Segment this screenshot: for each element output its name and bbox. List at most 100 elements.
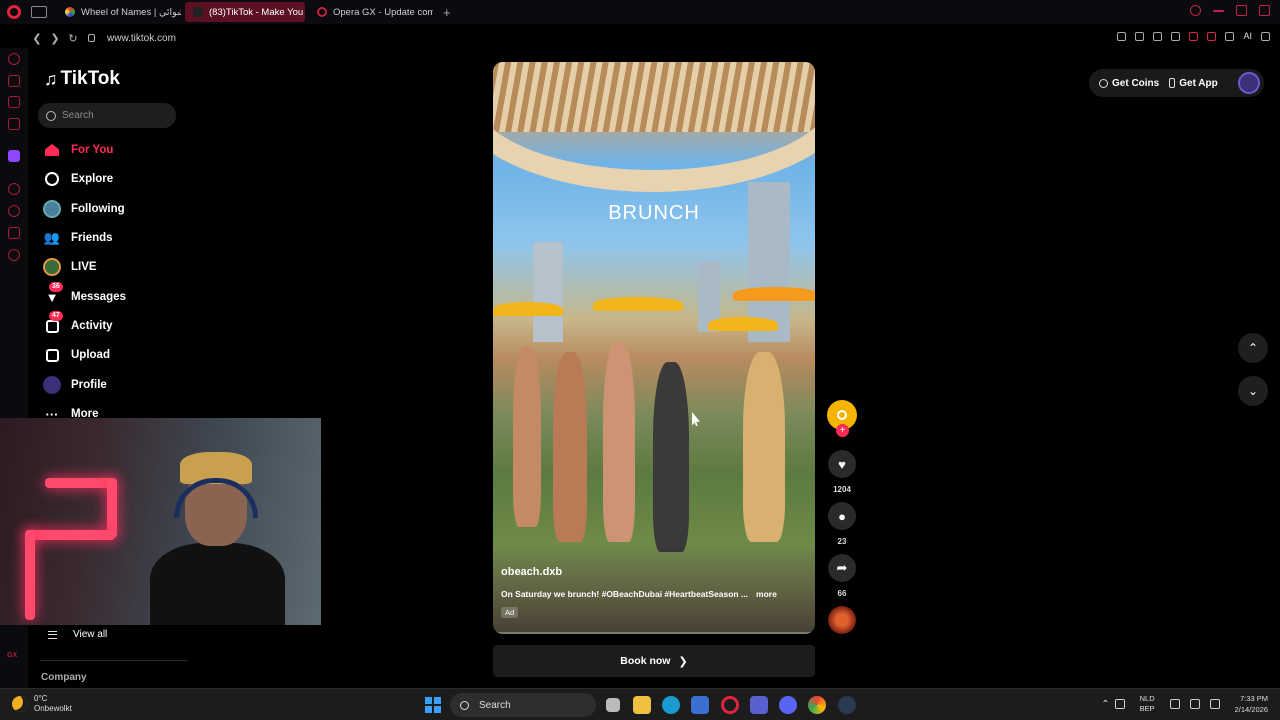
tiktok-logo[interactable]: ♫ TikTok (44, 68, 120, 90)
heart-icon[interactable] (1189, 31, 1199, 41)
shop-icon[interactable] (8, 75, 20, 87)
video-progress-bar[interactable] (493, 632, 815, 634)
nav-profile[interactable]: Profile (43, 374, 107, 396)
nav-upload[interactable]: Upload (43, 344, 110, 366)
menu-icon[interactable] (1261, 31, 1270, 41)
video-overlay-text: BRUNCH (608, 202, 700, 224)
previous-video-button[interactable]: ⌃ (1238, 333, 1268, 363)
lang-top: NLD (1139, 694, 1155, 703)
new-tab-button[interactable]: + (443, 5, 451, 20)
weather-widget[interactable]: 0°C Onbewolkt (12, 694, 72, 714)
follow-plus-button[interactable]: + (836, 424, 849, 437)
nav-for-you[interactable]: For You (43, 139, 113, 161)
gx-control-icon[interactable] (8, 53, 20, 65)
reload-button[interactable]: ↻ (64, 32, 82, 45)
microphone-icon[interactable] (1114, 699, 1125, 709)
wheel-favicon-icon (65, 7, 75, 17)
nav-explore[interactable]: Explore (43, 168, 113, 190)
tab-islands-icon[interactable] (31, 6, 47, 18)
company-heading[interactable]: Company (41, 672, 87, 683)
discord-icon[interactable] (779, 696, 797, 714)
comment-button[interactable]: ● (828, 502, 856, 530)
settings-icon[interactable] (8, 249, 20, 261)
share-button[interactable]: ➦ (828, 554, 856, 582)
url-field[interactable]: www.tiktok.com (107, 33, 176, 44)
opera-icon[interactable] (721, 696, 739, 714)
windows-start-icon[interactable] (425, 697, 441, 713)
volume-icon[interactable] (1189, 699, 1200, 709)
gx-logo-icon: GX (7, 652, 18, 659)
nav-live[interactable]: LIVE (43, 256, 97, 278)
bookmark-icon[interactable] (1117, 31, 1127, 41)
shield-icon[interactable] (1153, 31, 1163, 41)
tab-wheel-of-names[interactable]: Wheel of Names | العشوائي (57, 2, 181, 22)
live-icon (43, 258, 61, 276)
nav-friends[interactable]: 👥 Friends (43, 227, 113, 249)
moon-icon (12, 696, 28, 712)
divider (40, 660, 188, 661)
lock-icon (88, 34, 95, 42)
caption-more-button[interactable]: more (756, 589, 777, 599)
clock[interactable]: 7:33 PM 2/14/2026 (1235, 693, 1268, 715)
ai-button[interactable]: AI (1243, 31, 1252, 41)
app-icon[interactable] (750, 696, 768, 714)
tab-search-icon[interactable] (1190, 5, 1201, 16)
user-avatar[interactable] (1237, 72, 1260, 94)
snapshot-icon[interactable] (1135, 31, 1145, 41)
umbrella (708, 317, 778, 331)
view-all-link[interactable]: View all (48, 629, 107, 640)
wallet-icon[interactable] (1207, 31, 1217, 41)
nav-following[interactable]: Following (43, 198, 125, 220)
download-icon[interactable] (1225, 31, 1235, 41)
store-icon[interactable] (691, 696, 709, 714)
tiktok-favicon-icon (193, 7, 203, 17)
close-icon[interactable] (1259, 5, 1270, 16)
search-input[interactable]: Search (38, 103, 176, 128)
player-icon[interactable] (8, 183, 20, 195)
book-now-button[interactable]: Book now ❯ (493, 645, 815, 677)
network-icon[interactable] (1169, 699, 1180, 709)
nav-activity[interactable]: 47 Activity (43, 311, 113, 337)
tiktok-wordmark: TikTok (60, 68, 120, 89)
nav-messages[interactable]: ▼ 36 Messages (43, 282, 126, 308)
video-player[interactable]: BRUNCH obeach.dxb On Saturday we brunch!… (493, 62, 815, 634)
news-icon[interactable] (8, 96, 20, 108)
mail-icon[interactable] (8, 118, 20, 130)
music-disc-icon[interactable] (828, 606, 856, 634)
file-explorer-icon[interactable] (633, 696, 651, 714)
player-icon[interactable] (1171, 31, 1181, 41)
language-indicator[interactable]: NLD BEP (1140, 694, 1155, 714)
back-button[interactable]: ❮ (28, 32, 46, 45)
tab-tiktok[interactable]: (83)TikTok - Make You (185, 2, 305, 22)
steam-icon[interactable] (838, 696, 856, 714)
compass-icon (43, 170, 61, 188)
pinboard-icon[interactable] (8, 227, 20, 239)
twitch-icon[interactable] (8, 150, 20, 162)
battery-icon[interactable] (1209, 699, 1220, 709)
like-button[interactable]: ♥ (828, 450, 856, 478)
chevron-up-icon[interactable]: ⌃ (1101, 699, 1109, 710)
tab-opera-gx[interactable]: Opera GX - Update compl (309, 2, 433, 22)
next-video-button[interactable]: ⌄ (1238, 376, 1268, 406)
opera-logo-icon[interactable] (7, 5, 21, 19)
search-icon (460, 700, 469, 710)
skyscraper (533, 242, 563, 342)
taskbar-search[interactable]: Search (450, 693, 596, 717)
maximize-icon[interactable] (1236, 5, 1247, 16)
get-coins-button[interactable]: Get Coins (1099, 78, 1159, 89)
nav-label: Following (71, 203, 125, 215)
nav-label: For You (71, 144, 114, 156)
task-view-icon[interactable] (606, 698, 620, 712)
messages-badge: 36 (49, 282, 63, 292)
minimize-icon[interactable] (1213, 10, 1224, 12)
search-icon (46, 110, 56, 121)
caption-text: On Saturday we brunch! #OBeachDubai #Hea… (501, 589, 749, 599)
friends-icon: 👥 (43, 230, 61, 245)
history-icon[interactable] (8, 205, 20, 217)
forward-button[interactable]: ❯ (46, 32, 64, 45)
get-app-button[interactable]: Get App (1169, 78, 1218, 89)
edge-icon[interactable] (662, 696, 680, 714)
chrome-icon[interactable] (808, 696, 826, 714)
time: 7:33 PM (1240, 694, 1268, 703)
video-username[interactable]: obeach.dxb (501, 566, 562, 578)
